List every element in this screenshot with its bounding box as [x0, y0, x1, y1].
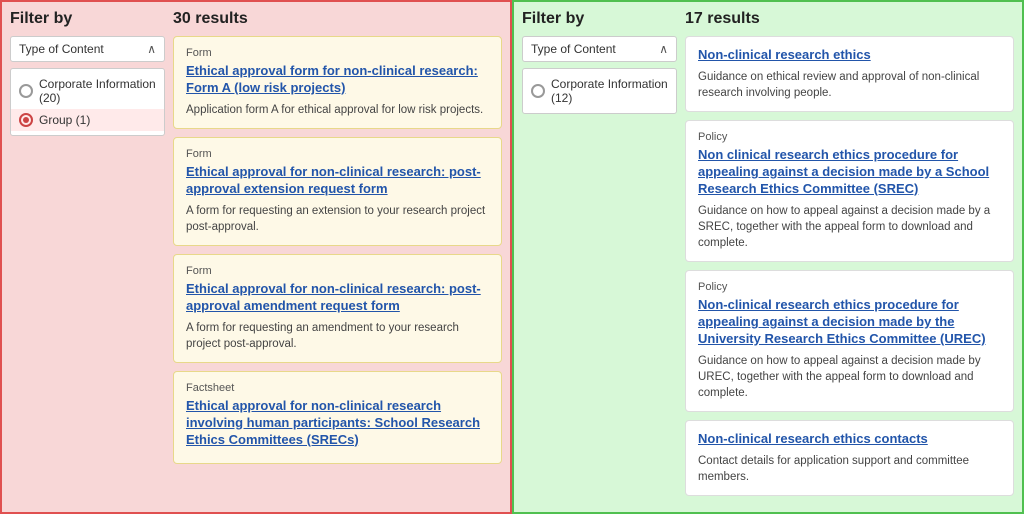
right-filter-option-corporate[interactable]: Corporate Information (12) — [523, 73, 676, 109]
left-filter-options: Corporate Information (20) Group (1) — [10, 68, 165, 136]
right-card-2-type: Policy — [698, 281, 1001, 293]
left-card-3-type: Factsheet — [186, 382, 489, 394]
chevron-up-icon — [147, 42, 156, 56]
right-filter-sidebar: Filter by Type of Content Corporate Info… — [522, 10, 677, 504]
left-result-card-1: Form Ethical approval for non-clinical r… — [173, 137, 502, 246]
left-card-0-type: Form — [186, 47, 489, 59]
right-radio-corporate — [531, 84, 545, 98]
left-result-card-0: Form Ethical approval form for non-clini… — [173, 36, 502, 129]
option-corporate-label: Corporate Information (20) — [39, 77, 156, 105]
right-type-of-content-dropdown[interactable]: Type of Content — [522, 36, 677, 62]
right-filter-options: Corporate Information (12) — [522, 68, 677, 114]
left-card-1-title[interactable]: Ethical approval for non-clinical resear… — [186, 164, 489, 198]
left-card-0-title[interactable]: Ethical approval form for non-clinical r… — [186, 63, 489, 97]
left-filter-label: Type of Content — [19, 42, 104, 56]
right-filter-title: Filter by — [522, 10, 677, 28]
right-card-3-title[interactable]: Non-clinical research ethics contacts — [698, 431, 1001, 448]
left-card-1-desc: A form for requesting an extension to yo… — [186, 203, 489, 235]
left-result-card-2: Form Ethical approval for non-clinical r… — [173, 254, 502, 363]
right-results-count: 17 results — [685, 10, 1014, 28]
left-card-0-desc: Application form A for ethical approval … — [186, 102, 489, 118]
option-group-label: Group (1) — [39, 113, 90, 127]
right-results-area: 17 results Non-clinical research ethics … — [685, 10, 1014, 504]
right-card-0-title[interactable]: Non-clinical research ethics — [698, 47, 1001, 64]
radio-group — [19, 113, 33, 127]
right-card-2-desc: Guidance on how to appeal against a deci… — [698, 353, 1001, 401]
right-result-card-1: Policy Non clinical research ethics proc… — [685, 120, 1014, 262]
right-result-card-0: Non-clinical research ethics Guidance on… — [685, 36, 1014, 112]
left-result-card-3: Factsheet Ethical approval for non-clini… — [173, 371, 502, 465]
left-card-1-type: Form — [186, 148, 489, 160]
right-result-card-3: Non-clinical research ethics contacts Co… — [685, 420, 1014, 496]
right-option-corporate-label: Corporate Information (12) — [551, 77, 668, 105]
left-results-count: 30 results — [173, 10, 502, 28]
right-card-1-desc: Guidance on how to appeal against a deci… — [698, 203, 1001, 251]
filter-option-corporate[interactable]: Corporate Information (20) — [11, 73, 164, 109]
left-card-2-title[interactable]: Ethical approval for non-clinical resear… — [186, 281, 489, 315]
left-card-2-type: Form — [186, 265, 489, 277]
right-card-2-title[interactable]: Non-clinical research ethics procedure f… — [698, 297, 1001, 348]
left-card-3-title[interactable]: Ethical approval for non-clinical resear… — [186, 398, 489, 449]
left-card-2-desc: A form for requesting an amendment to yo… — [186, 320, 489, 352]
left-results-area: 30 results Form Ethical approval form fo… — [173, 10, 502, 504]
filter-option-group[interactable]: Group (1) — [11, 109, 164, 131]
right-chevron-up-icon — [659, 42, 668, 56]
right-card-1-type: Policy — [698, 131, 1001, 143]
left-type-of-content-dropdown[interactable]: Type of Content — [10, 36, 165, 62]
right-filter-label: Type of Content — [531, 42, 616, 56]
right-card-1-title[interactable]: Non clinical research ethics procedure f… — [698, 147, 1001, 198]
right-result-card-2: Policy Non-clinical research ethics proc… — [685, 270, 1014, 412]
right-card-3-desc: Contact details for application support … — [698, 453, 1001, 485]
left-filter-sidebar: Filter by Type of Content Corporate Info… — [10, 10, 165, 504]
right-card-0-desc: Guidance on ethical review and approval … — [698, 69, 1001, 101]
right-panel: Filter by Type of Content Corporate Info… — [512, 0, 1024, 514]
left-panel: Filter by Type of Content Corporate Info… — [0, 0, 512, 514]
radio-corporate — [19, 84, 33, 98]
left-filter-title: Filter by — [10, 10, 165, 28]
